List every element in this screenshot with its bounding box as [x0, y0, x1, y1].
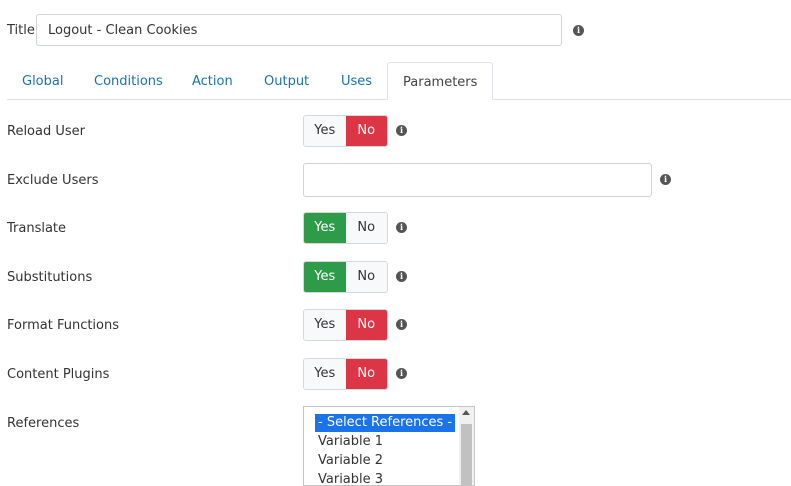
info-icon[interactable]: i [396, 125, 407, 136]
format-functions-yes-button[interactable]: Yes [304, 310, 346, 340]
content-plugins-toggle: Yes No [303, 358, 388, 390]
tab-output[interactable]: Output [249, 62, 324, 99]
scroll-up-arrow-icon[interactable] [462, 410, 470, 415]
tab-uses[interactable]: Uses [326, 62, 387, 99]
format-functions-toggle: Yes No [303, 309, 388, 341]
reload-user-toggle: Yes No [303, 115, 388, 147]
reload-user-label: Reload User [7, 124, 85, 139]
translate-yes-button[interactable]: Yes [304, 213, 346, 243]
content-plugins-label: Content Plugins [7, 367, 110, 382]
references-label: References [7, 416, 80, 431]
info-icon[interactable]: i [660, 174, 671, 185]
tab-bar: Global Conditions Action Output Uses Par… [7, 62, 791, 100]
references-option[interactable]: Variable 3 [315, 471, 386, 485]
substitutions-label: Substitutions [7, 270, 93, 285]
info-icon[interactable]: i [396, 271, 407, 282]
title-row: Title Logout - Clean Cookies i [0, 14, 791, 48]
content-plugins-yes-button[interactable]: Yes [304, 359, 346, 389]
reload-user-no-button[interactable]: No [345, 116, 387, 146]
substitutions-toggle: Yes No [303, 261, 388, 293]
content-plugins-no-button[interactable]: No [345, 359, 387, 389]
title-input[interactable]: Logout - Clean Cookies [36, 14, 562, 46]
references-listbox[interactable]: - Select References - Variable 1 Variabl… [303, 406, 475, 486]
format-functions-no-button[interactable]: No [345, 310, 387, 340]
title-label: Title [7, 23, 35, 38]
translate-label: Translate [7, 221, 67, 236]
tab-action[interactable]: Action [177, 62, 248, 99]
tab-conditions[interactable]: Conditions [79, 62, 178, 99]
info-icon[interactable]: i [396, 222, 407, 233]
exclude-users-input[interactable] [303, 163, 652, 197]
references-option[interactable]: Variable 1 [315, 433, 386, 451]
translate-toggle: Yes No [303, 212, 388, 244]
exclude-users-label: Exclude Users [7, 173, 99, 188]
tab-global[interactable]: Global [7, 62, 78, 99]
translate-no-button[interactable]: No [345, 213, 387, 243]
tab-parameters[interactable]: Parameters [387, 62, 494, 100]
references-option[interactable]: Variable 2 [315, 452, 386, 470]
references-option[interactable]: - Select References - [315, 414, 456, 432]
scrollbar-thumb[interactable] [461, 424, 472, 485]
format-functions-label: Format Functions [7, 318, 120, 333]
info-icon[interactable]: i [396, 368, 407, 379]
substitutions-yes-button[interactable]: Yes [304, 262, 346, 292]
info-icon[interactable]: i [573, 25, 584, 36]
substitutions-no-button[interactable]: No [345, 262, 387, 292]
info-icon[interactable]: i [396, 319, 407, 330]
reload-user-yes-button[interactable]: Yes [304, 116, 346, 146]
references-scrollbar[interactable] [459, 407, 474, 485]
